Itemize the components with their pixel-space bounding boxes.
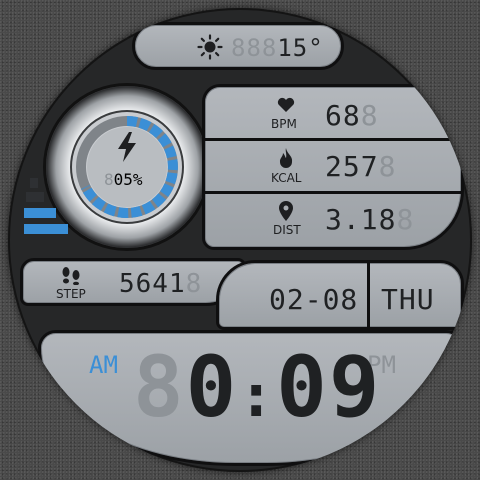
footprints-icon [62, 267, 80, 285]
kcal-label: KCAL [271, 171, 302, 185]
steps-panel[interactable]: STEP 56418 [20, 258, 246, 306]
date-value: 02-08 [269, 283, 359, 316]
hour-value: 0 [185, 338, 239, 436]
sun-icon [197, 34, 223, 60]
bolt-icon [118, 132, 136, 162]
health-panel: BPM 688 KCAL 2578 DIST 3.188 [202, 84, 464, 250]
weekday-value: THU [381, 283, 435, 316]
weather-temperature: 15° [277, 34, 324, 62]
battery-ghost-digit: 8 [104, 170, 114, 189]
time-separator: : [238, 361, 277, 431]
watch-face: 88815° 805% BPM 688 KCAL 2578 DIST 3.188… [8, 8, 472, 472]
dist-label: DIST [273, 223, 301, 237]
kcal-value: 257 [325, 150, 379, 183]
am-indicator: AM [89, 351, 118, 379]
dist-row[interactable]: DIST 3.188 [205, 194, 461, 247]
steps-label: STEP [56, 287, 86, 301]
flame-icon [279, 148, 293, 168]
dist-ghost-digit: 8 [396, 203, 415, 236]
bpm-label: BPM [271, 117, 297, 131]
battery-percent: 05% [113, 170, 143, 189]
time-panel[interactable]: AM PM 80:09 [38, 330, 464, 466]
bpm-ghost-digit: 8 [360, 99, 379, 132]
heart-icon [277, 97, 295, 112]
hour-ghost-digit: 8 [133, 338, 186, 436]
steps-ghost-digit: 8 [185, 269, 203, 299]
kcal-ghost-digit: 8 [378, 150, 397, 183]
battery-dial[interactable]: 805% [46, 86, 208, 248]
minutes-value: 09 [276, 338, 382, 436]
steps-value: 5641 [119, 269, 186, 299]
bpm-value: 68 [325, 99, 361, 132]
location-pin-icon [279, 201, 293, 221]
bpm-row[interactable]: BPM 688 [205, 87, 461, 138]
kcal-row[interactable]: KCAL 2578 [205, 141, 461, 191]
dist-value: 3.18 [325, 203, 397, 236]
weather-panel[interactable]: 88815° [132, 22, 344, 70]
date-panel[interactable]: 02-08 THU [216, 260, 464, 330]
weather-ghost-digits: 888 [231, 34, 278, 62]
